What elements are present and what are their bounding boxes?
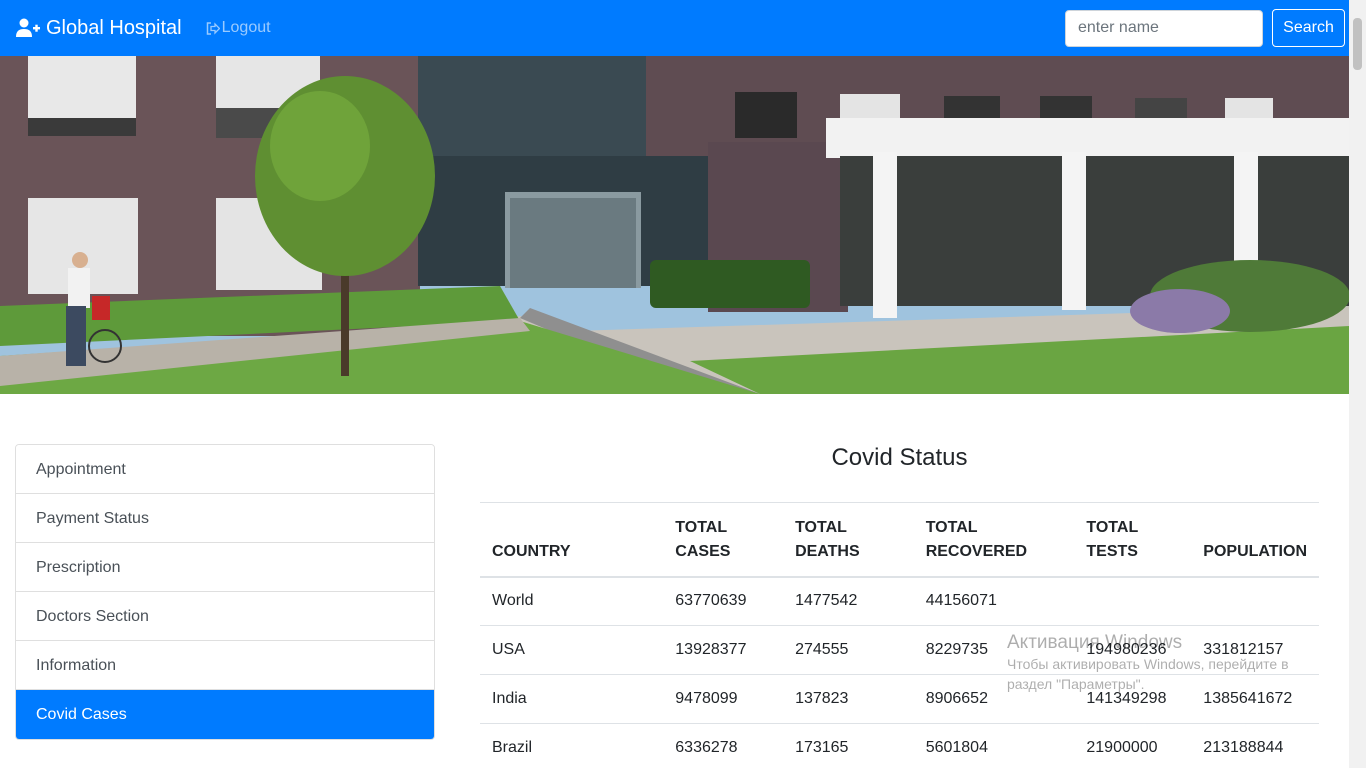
column-header-population: POPULATION bbox=[1191, 502, 1319, 578]
cell-total-tests: 21900000 bbox=[1074, 723, 1192, 768]
cell-population: 213188844 bbox=[1191, 723, 1319, 768]
cell-total-cases: 63770639 bbox=[663, 576, 784, 626]
user-plus-icon bbox=[16, 18, 40, 37]
cell-total-deaths: 274555 bbox=[783, 625, 914, 675]
cell-country: Brazil bbox=[480, 723, 664, 768]
column-header-total-cases: TOTAL CASES bbox=[663, 502, 784, 578]
cell-total-tests: 141349298 bbox=[1074, 674, 1192, 724]
cell-total-tests: 194980236 bbox=[1074, 625, 1192, 675]
cell-country: USA bbox=[480, 625, 664, 675]
cell-total-deaths: 173165 bbox=[783, 723, 914, 768]
cell-population: 1385641672 bbox=[1191, 674, 1319, 724]
logout-label: Logout bbox=[221, 19, 271, 36]
sidebar-item-doctors-section[interactable]: Doctors Section bbox=[16, 592, 434, 641]
covid-status-title: Covid Status bbox=[831, 444, 968, 471]
brand-name: Global Hospital bbox=[46, 16, 182, 39]
hospital-banner-image bbox=[0, 56, 1349, 394]
search-form: Search bbox=[1065, 9, 1345, 47]
sidebar-item-payment-status[interactable]: Payment Status bbox=[16, 494, 434, 543]
column-header-total-tests: TOTAL TESTS bbox=[1074, 502, 1192, 578]
cell-total-tests bbox=[1074, 576, 1192, 626]
sidebar-item-covid-cases[interactable]: Covid Cases bbox=[16, 690, 434, 739]
cell-total-recovered: 5601804 bbox=[913, 723, 1075, 768]
column-header-total-recovered: TOTAL RECOVERED bbox=[913, 502, 1075, 578]
sidebar-item-appointment[interactable]: Appointment bbox=[16, 445, 434, 494]
cell-population bbox=[1191, 576, 1319, 626]
table-row: World 63770639 1477542 44156071 bbox=[480, 576, 1319, 626]
scrollbar-thumb[interactable] bbox=[1353, 18, 1362, 70]
cell-total-cases: 6336278 bbox=[663, 723, 784, 768]
cell-population: 331812157 bbox=[1191, 625, 1319, 675]
sidebar-menu: Appointment Payment Status Prescription … bbox=[15, 444, 435, 740]
table-header-row: COUNTRY TOTAL CASES TOTAL DEATHS TOTAL R… bbox=[480, 502, 1319, 578]
logout-link[interactable]: Logout bbox=[206, 19, 271, 37]
search-input[interactable] bbox=[1065, 9, 1263, 47]
sidebar-item-prescription[interactable]: Prescription bbox=[16, 543, 434, 592]
page-scrollbar[interactable] bbox=[1349, 0, 1366, 768]
column-header-total-deaths: TOTAL DEATHS bbox=[783, 502, 914, 578]
cell-total-recovered: 8906652 bbox=[913, 674, 1075, 724]
cell-total-cases: 9478099 bbox=[663, 674, 784, 724]
cell-total-recovered: 44156071 bbox=[913, 576, 1075, 626]
column-header-country: COUNTRY bbox=[480, 502, 664, 578]
cell-country: India bbox=[480, 674, 664, 724]
sign-out-icon bbox=[206, 21, 220, 35]
covid-table: COUNTRY TOTAL CASES TOTAL DEATHS TOTAL R… bbox=[480, 502, 1319, 768]
brand-link[interactable]: Global Hospital bbox=[16, 17, 182, 40]
cell-total-deaths: 137823 bbox=[783, 674, 914, 724]
table-row: India 9478099 137823 8906652 141349298 1… bbox=[480, 674, 1319, 724]
cell-total-deaths: 1477542 bbox=[783, 576, 914, 626]
table-row: USA 13928377 274555 8229735 194980236 33… bbox=[480, 625, 1319, 675]
sidebar-item-information[interactable]: Information bbox=[16, 641, 434, 690]
navbar: Global Hospital Logout Search bbox=[0, 0, 1349, 56]
search-button[interactable]: Search bbox=[1272, 9, 1345, 47]
cell-country: World bbox=[480, 576, 664, 626]
cell-total-recovered: 8229735 bbox=[913, 625, 1075, 675]
cell-total-cases: 13928377 bbox=[663, 625, 784, 675]
table-row: Brazil 6336278 173165 5601804 21900000 2… bbox=[480, 723, 1319, 768]
